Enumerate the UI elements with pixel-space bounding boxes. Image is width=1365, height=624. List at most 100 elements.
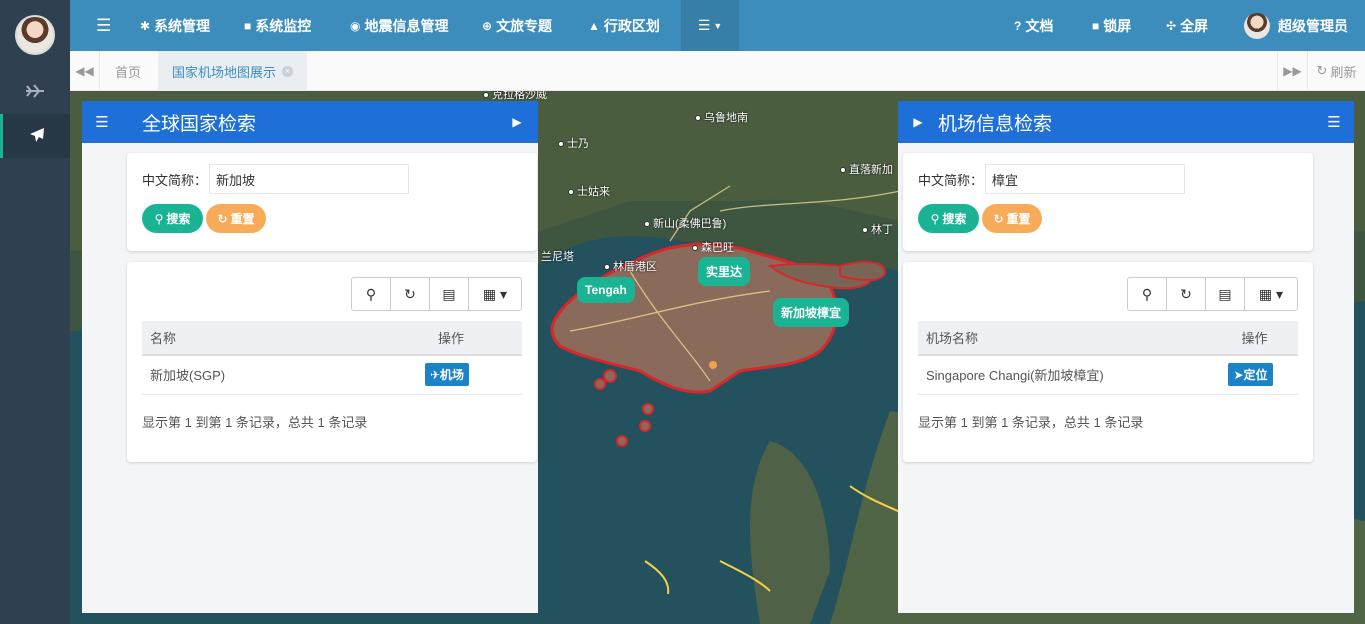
airport-name-input[interactable] xyxy=(985,164,1186,194)
collapse-panel-button[interactable]: ▶ xyxy=(502,101,532,143)
pagination-info: 显示第 1 到第 1 条记录，总共 1 条记录 xyxy=(142,415,368,430)
map-place-label: 士乃 xyxy=(558,135,589,151)
caret-right-icon: ▶ xyxy=(913,115,923,129)
nav-user-menu[interactable]: 超级管理员 xyxy=(1244,0,1348,51)
sidebar-item-flights[interactable] xyxy=(0,70,70,114)
tab-bar: ◀◀ 首页 国家机场地图展示 × ▶▶ ↻ 刷新 xyxy=(70,51,1365,91)
nav-culture-tourism[interactable]: ⊕ 文旅专题 xyxy=(482,0,552,51)
refresh-icon: ↻ xyxy=(993,211,1004,226)
search-button[interactable]: ⚲ 搜索 xyxy=(142,204,203,233)
reset-button[interactable]: ↻ 重置 xyxy=(206,204,266,233)
form-row: 中文简称： xyxy=(142,164,410,194)
expand-icon: ✣ xyxy=(1166,18,1177,33)
search-form-card: 中文简称： ⚲搜索 ↻重置 xyxy=(127,153,537,251)
field-label: 中文简称： xyxy=(918,172,984,188)
toggle-view-button[interactable]: ▤ xyxy=(430,278,469,310)
columns-dropdown-button[interactable]: ▦ ▾ xyxy=(469,278,521,310)
plane-icon xyxy=(29,127,45,146)
nav-fullscreen[interactable]: ✣ 全屏 xyxy=(1166,0,1208,51)
columns-icon: ▦ ▾ xyxy=(1258,285,1284,302)
table-row: 新加坡(SGP) ✈机场 xyxy=(142,355,522,395)
result-card: ⚲ ↻ ▤ ▦ ▾ 机场名称 操作 Singapore Changi(新加坡樟宜… xyxy=(903,262,1313,462)
form-row: 中文简称： xyxy=(918,164,1186,194)
search-icon: ⚲ xyxy=(930,211,940,226)
close-icon[interactable]: × xyxy=(282,65,294,77)
collapse-panel-button[interactable]: ▶ xyxy=(903,101,933,143)
column-header: 操作 xyxy=(372,321,522,356)
top-navbar: ☰ ✱ 系统管理 ■ 系统监控 ◉ 地震信息管理 ⊕ 文旅专题 ▲ 行政区划 ☰ ▼ ? 文档… xyxy=(70,0,1365,51)
column-header: 名称 xyxy=(142,321,372,356)
menu-icon[interactable]: ☰ xyxy=(1319,101,1349,143)
backward-icon: ◀◀ xyxy=(75,64,94,78)
video-camera-icon: ■ xyxy=(244,18,252,33)
search-form-card: 中文简称： ⚲搜索 ↻重置 xyxy=(903,153,1313,251)
columns-dropdown-button[interactable]: ▦ ▾ xyxy=(1245,278,1297,310)
nav-docs[interactable]: ? 文档 xyxy=(1014,0,1053,51)
avatar xyxy=(1244,12,1270,39)
menu-icon[interactable]: ☰ xyxy=(87,101,117,143)
lock-icon: ■ xyxy=(1092,18,1100,33)
map-place-label: 士姑来 xyxy=(568,183,610,199)
bank-icon: ▲ xyxy=(588,18,600,33)
refresh-button[interactable]: ↻ xyxy=(391,278,430,310)
airport-marker-seletar[interactable]: 实里达 xyxy=(698,257,751,286)
map-place-label: 新山(柔佛巴鲁) xyxy=(644,215,726,231)
table-row: Singapore Changi(新加坡樟宜) ➤定位 xyxy=(918,355,1298,395)
view-airports-button[interactable]: ✈机场 xyxy=(424,363,470,387)
nav-system-manage[interactable]: ✱ 系统管理 xyxy=(140,0,210,51)
airport-marker-tengah[interactable]: Tengah xyxy=(577,277,635,303)
refresh-button[interactable]: ↻ 刷新 xyxy=(1307,51,1365,91)
panel-body: 中文简称： ⚲搜索 ↻重置 ⚲ ↻ ▤ ▦ ▾ 机场名称 操作 xyxy=(898,143,1354,613)
reset-button[interactable]: ↻ 重置 xyxy=(982,204,1042,233)
search-toggle-button[interactable]: ⚲ xyxy=(352,278,391,310)
search-icon: ⚲ xyxy=(365,285,377,302)
nav-earthquake-info[interactable]: ◉ 地震信息管理 xyxy=(350,0,448,51)
field-label: 中文简称： xyxy=(142,172,208,188)
sidebar-item-airport[interactable] xyxy=(0,114,70,158)
toggle-view-button[interactable]: ▤ xyxy=(1206,278,1245,310)
map-place-label: 林丁 xyxy=(862,221,893,237)
map-place-label: 兰尼塔 xyxy=(532,248,574,264)
refresh-button[interactable]: ↻ xyxy=(1167,278,1206,310)
result-card: ⚲ ↻ ▤ ▦ ▾ 名称 操作 新加坡(SGP) ✈机场 显示第 1 到第 1 … xyxy=(127,262,537,462)
left-sidebar xyxy=(0,0,70,624)
panel-header: ☰ 全球国家检索 ▶ xyxy=(82,101,538,143)
column-header: 操作 xyxy=(1203,321,1298,356)
panel-title: 全球国家检索 xyxy=(142,113,257,135)
country-name-input[interactable] xyxy=(209,164,410,194)
action-cell: ➤定位 xyxy=(1203,355,1298,395)
plane-icon xyxy=(25,83,45,101)
table-toolbar: ⚲ ↻ ▤ ▦ ▾ xyxy=(1127,277,1298,311)
menu-toggle-button[interactable]: ☰ xyxy=(96,0,111,51)
tab-home[interactable]: 首页 xyxy=(101,51,155,91)
nav-system-monitor[interactable]: ■ 系统监控 xyxy=(244,0,311,51)
question-icon: ? xyxy=(1014,18,1022,33)
action-cell: ✈机场 xyxy=(372,355,522,395)
nav-more-dropdown[interactable]: ☰ ▼ xyxy=(681,0,739,51)
panel-body: 中文简称： ⚲搜索 ↻重置 ⚲ ↻ ▤ ▦ ▾ 名称 操作 xyxy=(82,143,538,613)
list-icon: ☰ xyxy=(697,17,711,33)
tab-scroll-left-button[interactable]: ◀◀ xyxy=(70,51,100,91)
paper-plane-icon: ➤ xyxy=(1233,368,1244,383)
locate-button[interactable]: ➤定位 xyxy=(1228,363,1273,387)
airport-table: 机场名称 操作 Singapore Changi(新加坡樟宜) ➤定位 xyxy=(918,321,1298,395)
list-alt-icon: ▤ xyxy=(442,285,456,302)
nav-lock-screen[interactable]: ■ 锁屏 xyxy=(1092,0,1131,51)
refresh-icon: ↻ xyxy=(404,285,416,302)
list-alt-icon: ▤ xyxy=(1218,285,1232,302)
plane-icon: ✈ xyxy=(429,368,441,383)
refresh-icon: ↻ xyxy=(217,211,228,226)
map-place-label: 林厝港区 xyxy=(604,258,657,274)
gear-icon: ✱ xyxy=(140,18,151,33)
nav-admin-division[interactable]: ▲ 行政区划 xyxy=(588,0,660,51)
airport-marker-changi[interactable]: 新加坡樟宜 xyxy=(773,298,850,327)
search-button[interactable]: ⚲ 搜索 xyxy=(918,204,979,233)
panel-title: 机场信息检索 xyxy=(938,113,1053,135)
pagination-info: 显示第 1 到第 1 条记录，总共 1 条记录 xyxy=(918,415,1144,430)
search-toggle-button[interactable]: ⚲ xyxy=(1128,278,1167,310)
tab-airport-map[interactable]: 国家机场地图展示 × xyxy=(158,51,308,91)
tab-scroll-right-button[interactable]: ▶▶ xyxy=(1277,51,1307,91)
avatar[interactable] xyxy=(15,15,55,55)
country-table: 名称 操作 新加坡(SGP) ✈机场 xyxy=(142,321,522,395)
column-header: 机场名称 xyxy=(918,321,1203,356)
